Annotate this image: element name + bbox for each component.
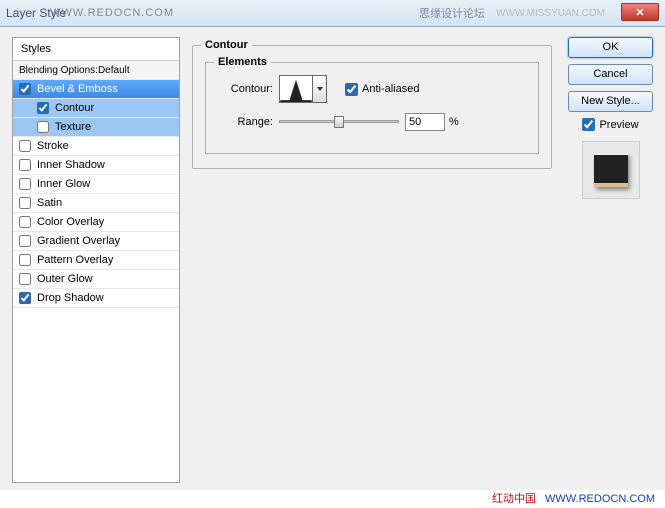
group-title: Contour bbox=[201, 39, 252, 51]
antialiased-label: Anti-aliased bbox=[362, 83, 419, 95]
styles-label: Satin bbox=[37, 197, 62, 209]
range-slider[interactable] bbox=[279, 115, 399, 129]
styles-row-inner-glow[interactable]: Inner Glow bbox=[13, 175, 179, 194]
styles-checkbox[interactable] bbox=[19, 140, 31, 152]
slider-thumb-icon[interactable] bbox=[334, 116, 344, 128]
titlebar-text-right: 思缘设计论坛 bbox=[419, 5, 485, 21]
styles-header[interactable]: Styles bbox=[13, 38, 179, 61]
styles-row-outer-glow[interactable]: Outer Glow bbox=[13, 270, 179, 289]
styles-panel: Styles Blending Options:Default Bevel & … bbox=[12, 37, 180, 483]
range-unit: % bbox=[449, 116, 459, 128]
contour-group: Contour Elements Contour: Anti-aliased R… bbox=[192, 45, 552, 169]
center-panel: Contour Elements Contour: Anti-aliased R… bbox=[192, 37, 552, 483]
styles-checkbox[interactable] bbox=[19, 197, 31, 209]
preview-swatch bbox=[582, 141, 640, 199]
dialog-body: Styles Blending Options:Default Bevel & … bbox=[0, 27, 665, 490]
styles-label: Color Overlay bbox=[37, 216, 104, 228]
range-label: Range: bbox=[218, 116, 273, 128]
styles-checkbox[interactable] bbox=[37, 121, 49, 133]
styles-label: Contour bbox=[55, 102, 94, 114]
close-button[interactable]: ✕ bbox=[621, 3, 659, 21]
styles-row-satin[interactable]: Satin bbox=[13, 194, 179, 213]
styles-row-color-overlay[interactable]: Color Overlay bbox=[13, 213, 179, 232]
contour-row: Contour: Anti-aliased bbox=[218, 75, 526, 103]
cancel-button[interactable]: Cancel bbox=[568, 64, 653, 85]
styles-checkbox[interactable] bbox=[19, 83, 31, 95]
preview-label: Preview bbox=[599, 119, 638, 131]
titlebar: Layer Style WWW.REDOCN.COM 思缘设计论坛 WWW.MI… bbox=[0, 0, 665, 27]
styles-row-drop-shadow[interactable]: Drop Shadow bbox=[13, 289, 179, 308]
blending-options-row[interactable]: Blending Options:Default bbox=[13, 61, 179, 80]
styles-checkbox[interactable] bbox=[19, 178, 31, 190]
range-row: Range: % bbox=[218, 113, 526, 131]
styles-checkbox[interactable] bbox=[37, 102, 49, 114]
styles-label: Outer Glow bbox=[37, 273, 93, 285]
styles-label: Inner Glow bbox=[37, 178, 90, 190]
range-input[interactable] bbox=[405, 113, 445, 131]
styles-checkbox[interactable] bbox=[19, 216, 31, 228]
styles-label: Pattern Overlay bbox=[37, 254, 113, 266]
styles-row-contour[interactable]: Contour bbox=[13, 99, 179, 118]
styles-row-pattern-overlay[interactable]: Pattern Overlay bbox=[13, 251, 179, 270]
contour-label: Contour: bbox=[218, 83, 273, 95]
titlebar-url-right: WWW.MISSYUAN.COM bbox=[496, 8, 605, 19]
right-panel: OK Cancel New Style... Preview bbox=[568, 37, 653, 199]
styles-label: Inner Shadow bbox=[37, 159, 105, 171]
styles-checkbox[interactable] bbox=[19, 235, 31, 247]
styles-label: Gradient Overlay bbox=[37, 235, 120, 247]
styles-label: Drop Shadow bbox=[37, 292, 104, 304]
styles-checkbox[interactable] bbox=[19, 292, 31, 304]
styles-row-inner-shadow[interactable]: Inner Shadow bbox=[13, 156, 179, 175]
close-icon: ✕ bbox=[635, 6, 644, 19]
elements-group: Elements Contour: Anti-aliased Range: bbox=[205, 62, 539, 154]
styles-checkbox[interactable] bbox=[19, 159, 31, 171]
styles-label: Stroke bbox=[37, 140, 69, 152]
styles-row-bevel-emboss[interactable]: Bevel & Emboss bbox=[13, 80, 179, 99]
styles-checkbox[interactable] bbox=[19, 254, 31, 266]
styles-label: Bevel & Emboss bbox=[37, 83, 118, 95]
styles-row-gradient-overlay[interactable]: Gradient Overlay bbox=[13, 232, 179, 251]
watermark-top: WWW.REDOCN.COM bbox=[50, 7, 174, 19]
elements-title: Elements bbox=[214, 56, 271, 68]
footer-watermark: 红动中国 WWW.REDOCN.COM bbox=[492, 490, 655, 506]
styles-label: Texture bbox=[55, 121, 91, 133]
ok-button[interactable]: OK bbox=[568, 37, 653, 58]
styles-row-stroke[interactable]: Stroke bbox=[13, 137, 179, 156]
preview-icon bbox=[594, 153, 628, 187]
contour-picker[interactable] bbox=[279, 75, 313, 103]
contour-dropdown-icon[interactable] bbox=[313, 75, 327, 103]
preview-row: Preview bbox=[568, 118, 653, 131]
antialiased-checkbox[interactable] bbox=[345, 83, 358, 96]
styles-checkbox[interactable] bbox=[19, 273, 31, 285]
styles-row-texture[interactable]: Texture bbox=[13, 118, 179, 137]
preview-checkbox[interactable] bbox=[582, 118, 595, 131]
new-style-button[interactable]: New Style... bbox=[568, 91, 653, 112]
